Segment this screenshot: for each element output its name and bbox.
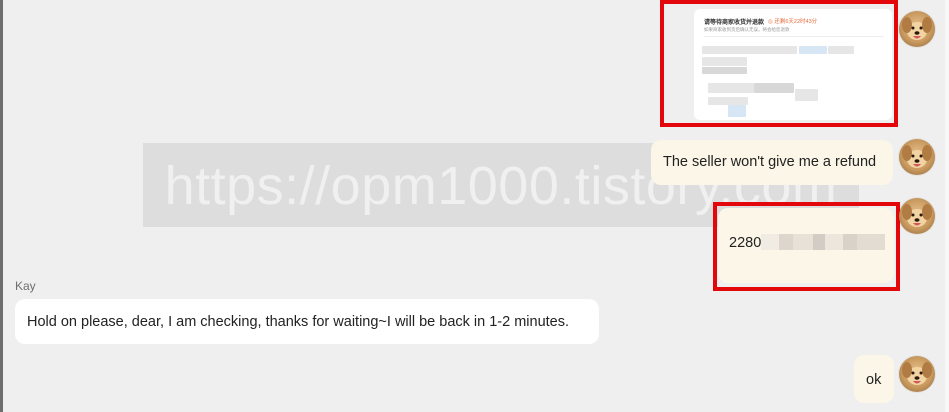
dog-avatar-icon <box>902 362 932 385</box>
message-text: ok <box>866 372 882 388</box>
highlight-box <box>660 0 898 127</box>
user-avatar[interactable] <box>899 11 935 47</box>
user-message-bubble[interactable]: The seller won't give me a refund <box>651 140 893 185</box>
agent-message-bubble[interactable]: Hold on please, dear, I am checking, tha… <box>15 299 599 344</box>
highlight-box <box>713 202 900 291</box>
window-left-edge <box>0 0 3 412</box>
dog-avatar-icon <box>902 17 932 40</box>
user-avatar[interactable] <box>899 356 935 392</box>
user-avatar[interactable] <box>899 139 935 175</box>
message-text: The seller won't give me a refund <box>663 154 877 170</box>
dog-avatar-icon <box>902 204 932 227</box>
message-text: Hold on please, dear, I am checking, tha… <box>27 314 570 330</box>
agent-name: Kay <box>15 279 36 293</box>
dog-avatar-icon <box>902 145 932 168</box>
user-avatar[interactable] <box>899 198 935 234</box>
scrollbar-track[interactable] <box>945 0 949 412</box>
user-message-bubble[interactable]: ok <box>854 355 894 403</box>
